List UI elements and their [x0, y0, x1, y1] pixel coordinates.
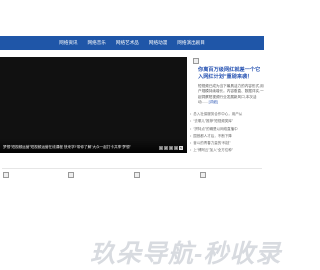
- top-nav: 网络资讯 网络音乐 网络艺术品 网络动漫 网络演出剧目: [0, 36, 264, 50]
- bullet-icon: •: [190, 126, 192, 131]
- bullet-icon: •: [190, 133, 192, 138]
- list-item[interactable]: • 奋斗的青春力量的“科技”: [190, 140, 264, 147]
- slide-dot-2[interactable]: 2: [164, 146, 168, 150]
- bullet-icon: •: [190, 119, 192, 124]
- broken-image-icon: [193, 58, 199, 64]
- list-item[interactable]: • 总入社保服务合作中心，用户从: [190, 111, 264, 118]
- hero-slider[interactable]: 梦想“短视频运营”短视频运营在线课程 快来学!“带你了解”大众一起打卡共享“梦想…: [0, 57, 187, 153]
- slide-dot-4[interactable]: 4: [174, 146, 178, 150]
- bullet-icon: •: [190, 141, 192, 146]
- bullet-icon: •: [190, 148, 192, 153]
- watermark: 玖朵导航-秒收录: [90, 240, 282, 268]
- section-divider: [2, 168, 262, 169]
- feature-summary: 短视频已成为当下最具活力的内容形式,用户规模持续增长。内容垂直、数据详实,一起洞…: [198, 84, 264, 105]
- news-list: • 总入社保服务合作中心，用户从 • “去哪儿”推荐“短视频类库” • “拼特点”的确…: [190, 111, 264, 155]
- nav-item-shows[interactable]: 网络演出剧目: [177, 40, 205, 46]
- bullet-icon: •: [190, 112, 192, 116]
- list-item[interactable]: • 上“博阿云”加入“全方位种”: [190, 147, 264, 154]
- slide-dot-5[interactable]: 5: [179, 146, 183, 150]
- broken-image-icon: [3, 172, 9, 178]
- list-item[interactable]: • 国首都人才后，不断下降: [190, 133, 264, 140]
- broken-image-icon: [134, 172, 140, 178]
- nav-item-animation[interactable]: 网络动漫: [149, 40, 167, 46]
- slide-dot-3[interactable]: 3: [169, 146, 173, 150]
- list-item[interactable]: • “去哪儿”推荐“短视频类库”: [190, 118, 264, 125]
- nav-item-art[interactable]: 网络艺术品: [116, 40, 139, 46]
- list-item[interactable]: • “拼特点”的确是以网络直播中: [190, 126, 264, 133]
- slider-pagination: 1 2 3 4 5: [159, 146, 183, 150]
- feature-title[interactable]: 你离百万级网红就差一个它入网红计划“重磅来袭！: [198, 67, 264, 81]
- nav-item-music[interactable]: 网络音乐: [88, 40, 106, 46]
- feature-more-link[interactable]: [详细]: [209, 100, 218, 104]
- broken-image-icon: [200, 172, 206, 178]
- nav-item-news[interactable]: 网络资讯: [59, 40, 77, 46]
- hero-caption[interactable]: 梦想“短视频运营”短视频运营在线课程 快来学!“带你了解”大众一起打卡共享“梦想…: [3, 145, 131, 150]
- slide-dot-1[interactable]: 1: [159, 146, 163, 150]
- broken-image-icon: [68, 172, 74, 178]
